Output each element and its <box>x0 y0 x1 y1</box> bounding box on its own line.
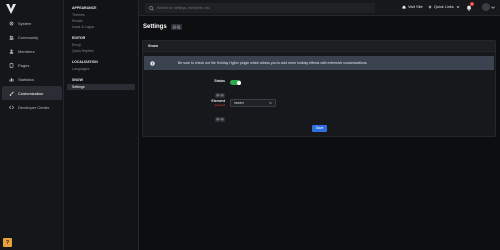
sidebar-item-label: Members <box>18 48 35 54</box>
quick-links-label: Quick Links <box>434 5 454 9</box>
submenu-item-quick-replies[interactable]: Quick Replies <box>64 48 138 54</box>
search-box[interactable] <box>145 3 375 13</box>
submenu-item-icons-logos[interactable]: Icons & Logos <box>64 24 138 30</box>
submenu-section-editor: EDITOR Emoji Quick Replies <box>64 35 138 54</box>
info-alert-text: Be sure to check out the Holiday Hyjinx … <box>178 61 368 65</box>
card-title: Snow <box>143 41 495 52</box>
submenu-heading: APPEARANCE <box>72 6 97 10</box>
search-icon <box>149 5 154 11</box>
sidebar-item-members[interactable]: Members <box>2 44 62 58</box>
help-button[interactable]: ? <box>3 238 12 247</box>
help-icon: ? <box>5 239 10 246</box>
language-tag[interactable]: {{L:i}} <box>214 92 225 98</box>
chevron-down-icon <box>269 102 272 104</box>
submenu-heading: SNOW <box>72 78 83 82</box>
submenu-item-settings[interactable]: Settings <box>67 84 135 90</box>
avatar[interactable] <box>482 3 490 11</box>
submenu-heading: EDITOR <box>72 36 86 40</box>
snow-settings-card: Snow Be sure to check out the Holiday Hy… <box>142 40 496 137</box>
status-toggle[interactable] <box>230 80 241 85</box>
sidebar-item-label: Statistics <box>18 76 35 82</box>
submenu-section-localization: LOCALIZATION Languages <box>64 59 138 72</box>
chevron-down-icon[interactable] <box>491 6 495 9</box>
status-row: Status {{L:i}} <box>143 79 497 98</box>
save-button[interactable]: Save <box>312 125 327 132</box>
language-tag[interactable]: {{L:i}} <box>214 116 225 122</box>
code-icon <box>9 105 14 109</box>
page-header: Settings {{L:i}} <box>143 24 183 30</box>
visit-site-link[interactable]: Visit Site <box>402 5 423 9</box>
chart-icon <box>9 77 14 81</box>
visit-site-label: Visit Site <box>408 5 423 9</box>
sidebar-item-customization[interactable]: Customization <box>2 86 62 100</box>
sidebar-item-label: Customization <box>18 90 44 96</box>
required-indicator: required <box>213 103 225 107</box>
file-icon <box>9 62 14 68</box>
sidebar-item-statistics[interactable]: Statistics <box>2 72 62 86</box>
sidebar-item-label: Community <box>18 34 39 40</box>
quick-links-button[interactable]: Quick Links <box>428 5 460 9</box>
top-bar: Visit Site Quick Links 1 <box>139 0 500 16</box>
bolt-icon <box>428 5 432 9</box>
logo-icon[interactable] <box>5 3 17 15</box>
home-icon <box>402 5 406 9</box>
sidebar-item-community[interactable]: Community <box>2 30 62 44</box>
sidebar-item-label: System <box>18 20 32 26</box>
element-select[interactable]: header <box>230 99 276 107</box>
submenu-section-snow: SNOW Settings <box>64 77 138 90</box>
element-select-value: header <box>234 101 244 105</box>
sidebar-item-pages[interactable]: Pages <box>2 58 62 72</box>
status-label-block: Status {{L:i}} <box>214 79 225 101</box>
submenu-section-appearance: APPEARANCE Themes Emails Icons & Logos <box>64 5 138 30</box>
info-alert: Be sure to check out the Holiday Hyjinx … <box>144 56 494 70</box>
gear-icon <box>9 21 14 25</box>
language-tag[interactable]: {{L:i}} <box>170 24 183 30</box>
users-icon <box>9 35 14 40</box>
sidebar-item-label: Developer Center <box>18 104 50 110</box>
element-label-block: Element required {{L:i}} <box>211 99 225 125</box>
brush-icon <box>9 91 14 96</box>
element-row: Element required {{L:i}} header <box>143 99 497 122</box>
submenu-item-languages[interactable]: Languages <box>64 66 138 72</box>
sidebar-item-label: Pages <box>18 62 30 68</box>
user-icon <box>9 49 14 54</box>
sidebar-nav: System Community Members Pages Statistic… <box>0 16 64 114</box>
notification-badge: 1 <box>470 2 474 6</box>
search-input[interactable] <box>157 6 357 10</box>
info-icon <box>150 60 155 66</box>
customization-submenu: APPEARANCE Themes Emails Icons & Logos E… <box>64 0 139 250</box>
sidebar-item-system[interactable]: System <box>2 16 62 30</box>
page-title: Settings <box>143 24 167 30</box>
status-label: Status <box>214 79 225 83</box>
chevron-down-icon <box>456 6 460 9</box>
main-sidebar: System Community Members Pages Statistic… <box>0 0 64 250</box>
sidebar-item-developer-center[interactable]: Developer Center <box>2 100 62 114</box>
submenu-heading: LOCALIZATION <box>72 60 98 64</box>
